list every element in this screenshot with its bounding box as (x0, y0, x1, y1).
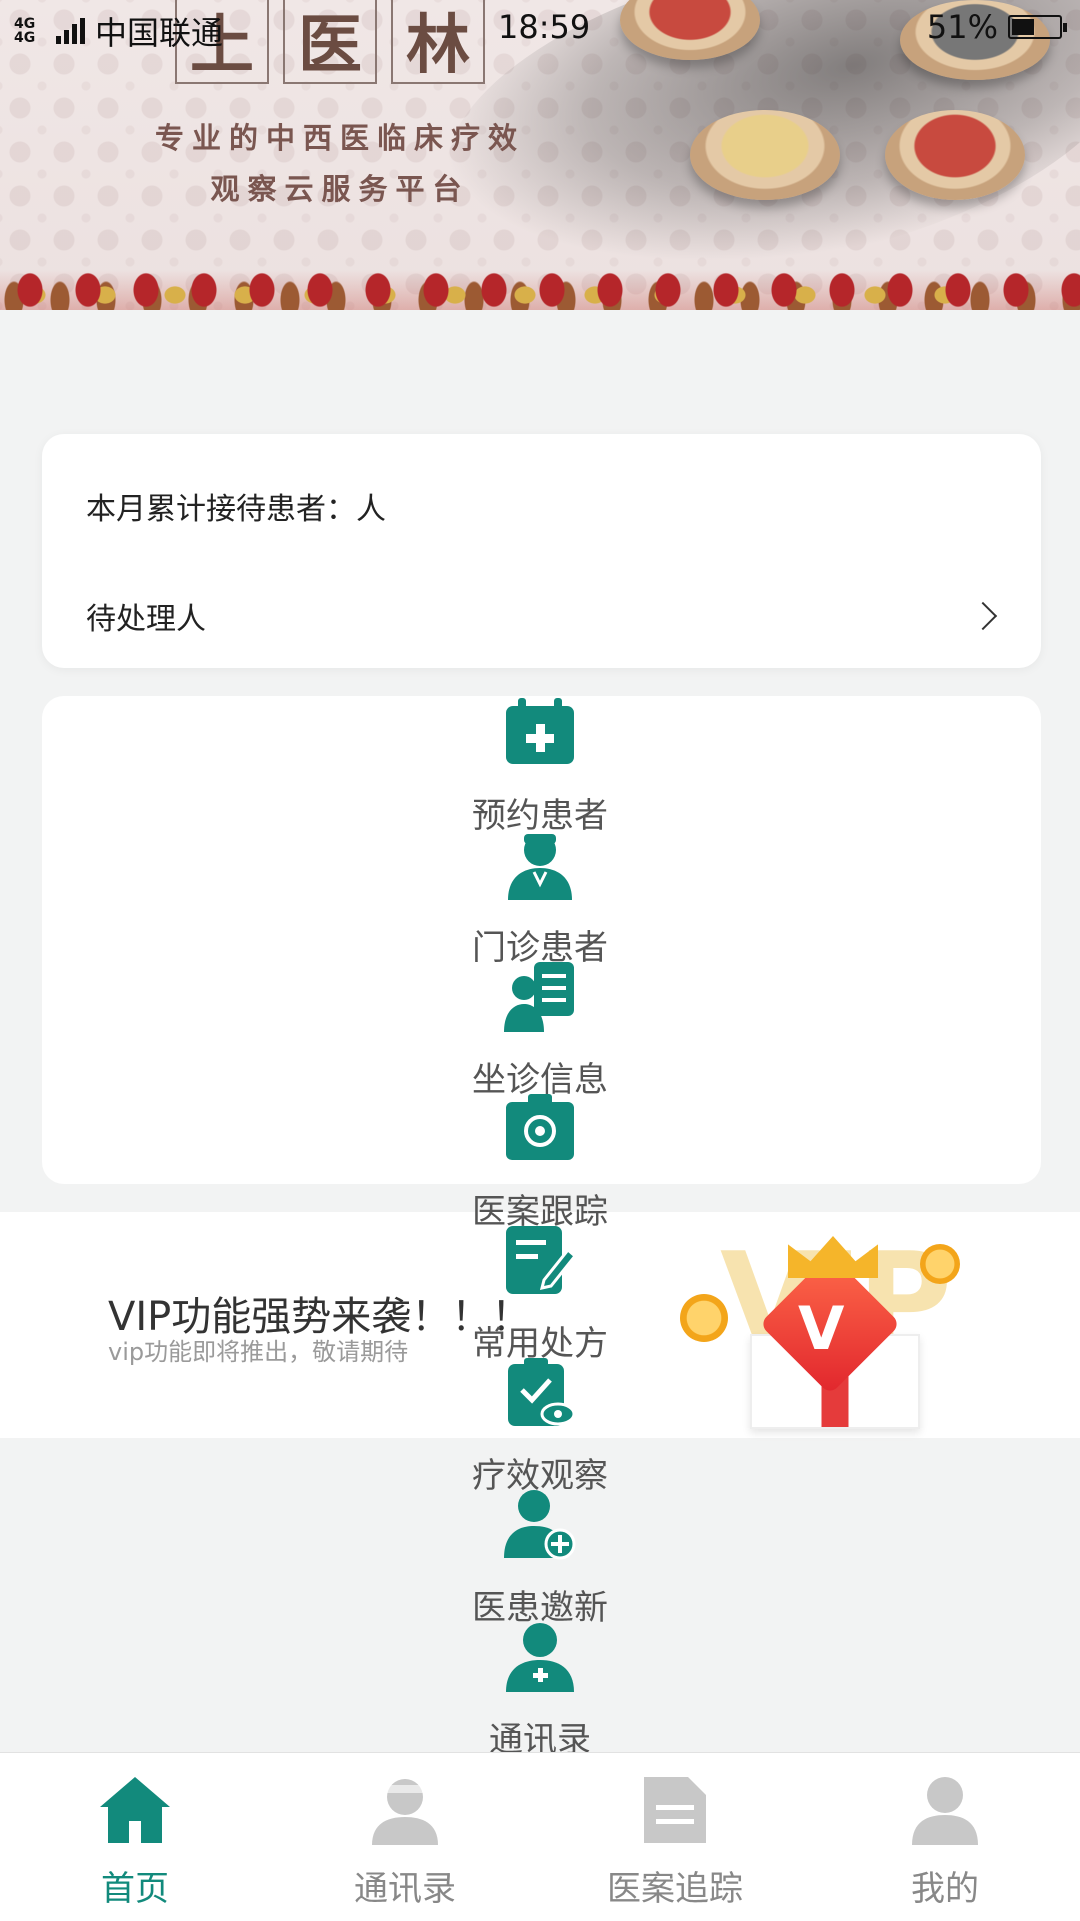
status-left: 4G 4G 中国联通 (14, 8, 223, 54)
tab-profile[interactable]: 我的 (810, 1753, 1080, 1921)
herb-bowl-image (690, 110, 840, 200)
doctor-list-icon (504, 960, 576, 1032)
tab-label: 通讯录 (354, 1869, 456, 1909)
nurse-icon (504, 828, 576, 900)
pending-stat-link[interactable]: 待处理人 (86, 594, 206, 638)
tab-home[interactable]: 首页 (0, 1753, 270, 1921)
menu-item-efficacy[interactable]: 疗效观察 (440, 1356, 640, 1496)
carrier-name: 中国联通 (95, 14, 224, 52)
case-track-icon (504, 1092, 576, 1164)
vip-gift-illustration: VIP V (680, 1224, 980, 1434)
menu-item-appointments[interactable]: 预约患者 (440, 696, 640, 836)
menu-item-duty-info[interactable]: 坐诊信息 (440, 960, 640, 1100)
contacts-tab-icon (370, 1775, 440, 1845)
home-icon (100, 1775, 170, 1845)
signal-icon (56, 18, 85, 44)
herb-bowl-image (885, 110, 1025, 200)
tab-label: 医案追踪 (607, 1869, 743, 1909)
gem-letter: V (798, 1294, 845, 1364)
status-right: 51% (926, 8, 1067, 46)
clock: 18:59 (498, 8, 591, 46)
menu-item-contacts[interactable]: 通讯录 (440, 1620, 640, 1760)
coin-icon (680, 1294, 728, 1342)
slogan-line-2: 观察云服务平台 (210, 172, 470, 206)
tab-label: 首页 (101, 1869, 169, 1909)
herb-strip-decoration (0, 250, 1080, 310)
slogan-line-1: 专业的中西医临床疗效 (154, 121, 525, 155)
clipboard-observe-icon (504, 1356, 576, 1428)
contacts-icon (504, 1620, 576, 1692)
stats-card: 本月累计接待患者：人 待处理人 (42, 434, 1041, 668)
tab-contacts[interactable]: 通讯录 (270, 1753, 540, 1921)
chevron-right-icon[interactable] (968, 601, 998, 631)
network-type: 4G 4G (14, 16, 36, 46)
tab-case-tracking[interactable]: 医案追踪 (540, 1753, 810, 1921)
menu-item-case-tracking[interactable]: 医案跟踪 (440, 1092, 640, 1232)
menu-item-outpatients[interactable]: 门诊患者 (440, 828, 640, 968)
status-bar: 4G 4G 中国联通 18:59 51% (0, 0, 1080, 56)
prescription-edit-icon (504, 1224, 576, 1296)
add-user-icon (504, 1488, 576, 1560)
menu-item-invite[interactable]: 医患邀新 (440, 1488, 640, 1628)
vip-subtitle: vip功能即将推出，敬请期待 (108, 1338, 409, 1366)
case-file-icon (640, 1775, 710, 1845)
calendar-medical-icon (504, 696, 576, 768)
monthly-patients-stat: 本月累计接待患者：人 (86, 492, 386, 527)
coin-icon (920, 1244, 960, 1284)
battery-icon (1008, 15, 1067, 39)
menu-item-prescriptions[interactable]: 常用处方 (440, 1224, 640, 1364)
battery-percent: 51% (926, 8, 998, 46)
profile-icon (910, 1775, 980, 1845)
tab-label: 我的 (911, 1869, 979, 1909)
bottom-tab-bar: 首页 通讯录 医案追踪 我的 (0, 1752, 1080, 1921)
